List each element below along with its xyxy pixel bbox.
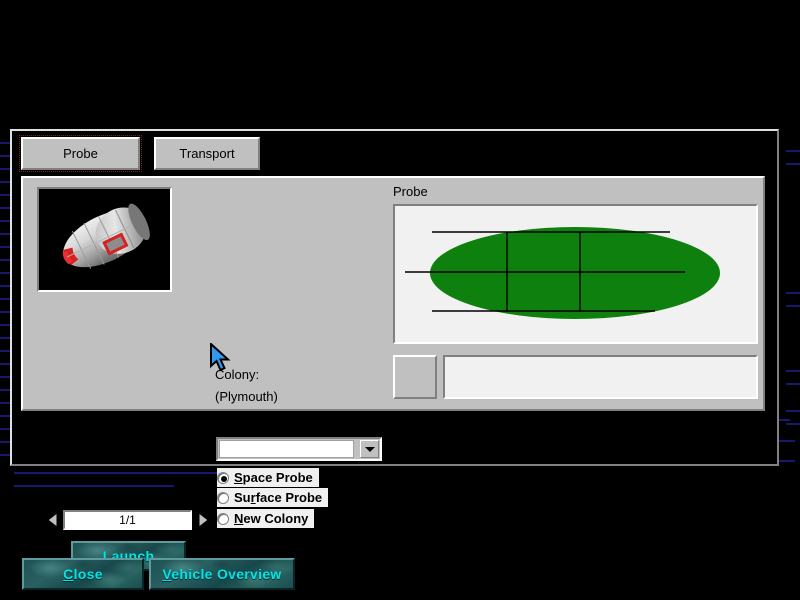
probe-schematic-canvas [393, 204, 758, 344]
triangle-right-icon [198, 512, 209, 528]
probe-capsule-thumbnail-icon [39, 189, 170, 290]
chevron-down-icon [365, 447, 375, 452]
probe-detail-group: Probe [388, 178, 763, 406]
pager-next-button[interactable] [196, 512, 210, 528]
probe-status-listbox[interactable] [443, 355, 758, 399]
close-button[interactable]: Close [22, 558, 144, 590]
pager-value-field[interactable]: 1/1 [63, 510, 192, 530]
vehicle-overview-button[interactable]: Vehicle Overview [149, 558, 295, 590]
vehicle-overview-button-label: Vehicle Overview [162, 566, 281, 582]
destination-label: To: [215, 417, 232, 432]
probe-pager: 1/1 [45, 509, 210, 531]
radio-space-probe[interactable]: Space Probe [217, 468, 319, 487]
probe-content-panel: Colony: (Plymouth) To: Space Probe Surfa… [21, 176, 765, 411]
accel-key: C [63, 566, 73, 582]
radio-surface-probe[interactable]: Surface Probe [217, 488, 328, 507]
radio-new-colony-indicator [217, 513, 229, 525]
radio-new-colony-label: New Colony [234, 511, 308, 526]
accel-key: S [234, 470, 243, 485]
tab-probe-label: Probe [63, 146, 98, 161]
triangle-left-icon [47, 512, 58, 528]
radio-surface-probe-label: Surface Probe [234, 490, 322, 505]
colony-value: (Plymouth) [215, 389, 278, 404]
colony-label: Colony: [215, 367, 259, 382]
probe-schematic-diagram-icon [395, 206, 756, 342]
probe-detail-button[interactable] [393, 355, 437, 399]
tab-transport[interactable]: Transport [154, 137, 260, 170]
accel-key: N [234, 511, 243, 526]
probe-thumbnail-frame [37, 187, 172, 292]
probe-status-row [393, 353, 758, 401]
accel-key: V [162, 566, 171, 582]
destination-combobox[interactable] [216, 437, 382, 461]
desktop-background: Probe Transport [0, 0, 800, 600]
radio-new-colony[interactable]: New Colony [217, 509, 314, 528]
radio-space-probe-label: Space Probe [234, 470, 313, 485]
radio-surface-probe-indicator [217, 492, 229, 504]
radio-space-probe-indicator [217, 472, 229, 484]
close-button-label: Close [63, 566, 103, 582]
destination-combobox-value[interactable] [219, 440, 354, 458]
pager-prev-button[interactable] [45, 512, 59, 528]
tab-probe[interactable]: Probe [21, 137, 140, 170]
destination-combobox-dropdown-button[interactable] [360, 440, 379, 458]
probe-group-title: Probe [393, 184, 428, 199]
probe-dialog-window: Probe Transport [10, 129, 779, 466]
tab-transport-label: Transport [179, 146, 234, 161]
